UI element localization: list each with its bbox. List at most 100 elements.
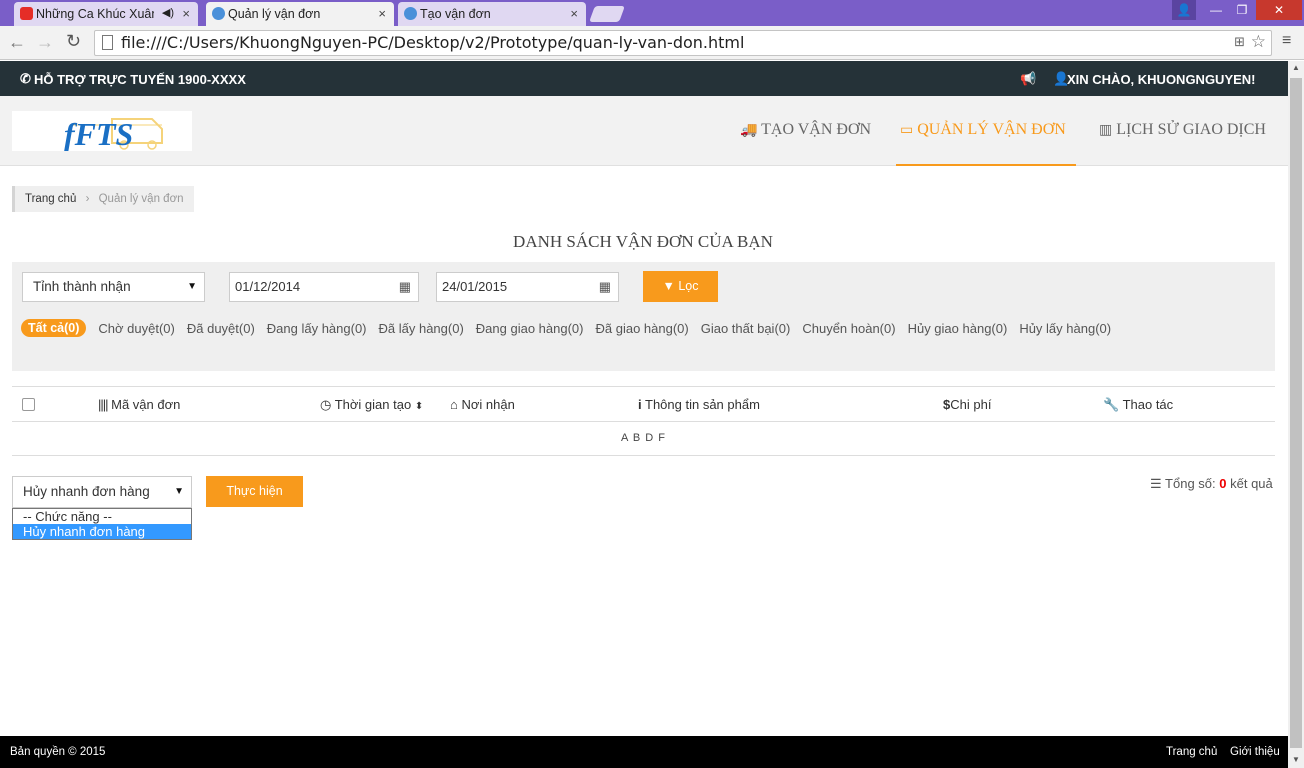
bulk-action-select[interactable]: Hủy nhanh đơn hàng ▼ [12, 476, 192, 508]
caret-down-icon: ▼ [187, 281, 197, 292]
address-bar[interactable]: file:///C:/Users/KhuongNguyen-PC/Desktop… [94, 30, 1272, 56]
nav-create[interactable]: 🚚 TẠO VẬN ĐƠN [740, 96, 871, 166]
truck-icon: 🚚 [740, 123, 758, 138]
footer-link-home[interactable]: Trang chủ [1166, 736, 1217, 768]
status-picking[interactable]: Đang lấy hàng(0) [267, 321, 367, 336]
breadcrumb-home[interactable]: Trang chủ [25, 193, 76, 205]
status-failed[interactable]: Giao thất bại(0) [701, 321, 791, 336]
column-product-label: Thông tin sản phẩm [645, 397, 760, 412]
column-destination: ⌂ Nơi nhận [450, 387, 515, 423]
window-close-icon[interactable]: ✕ [1256, 0, 1302, 20]
forward-icon[interactable]: → [36, 32, 54, 53]
dropdown-option-cancel[interactable]: Hủy nhanh đơn hàng [13, 524, 191, 539]
tab-label: Quản lý vận đơn [228, 7, 321, 21]
reload-icon[interactable]: ↻ [66, 31, 81, 52]
column-code-label: Mã vận đơn [111, 397, 181, 412]
bulk-action-value: Hủy nhanh đơn hàng [23, 484, 150, 499]
close-icon[interactable]: × [182, 6, 190, 21]
sort-icon[interactable]: ⬍ [415, 401, 423, 412]
column-action-label: Thao tác [1122, 397, 1174, 412]
status-approved[interactable]: Đã duyệt(0) [187, 321, 255, 336]
speaker-icon: ◀) [161, 7, 174, 19]
tab-youtube[interactable]: Những Ca Khúc Xuân - ◀) × [14, 2, 198, 26]
phone-icon: ✆ [20, 71, 31, 86]
status-cancel-pickup[interactable]: Hủy lấy hàng(0) [1019, 321, 1111, 336]
column-product: i Thông tin sản phẩm [638, 387, 760, 423]
column-action: 🔧 Thao tác [1103, 387, 1173, 423]
status-delivering[interactable]: Đang giao hàng(0) [476, 321, 584, 336]
total-suffix: kết quả [1230, 476, 1273, 491]
logo[interactable]: fFTS [12, 111, 192, 152]
status-pending[interactable]: Chờ duyệt(0) [98, 321, 174, 336]
translate-icon[interactable]: ⊞ [1234, 31, 1245, 55]
status-tabs: Tất cả(0) Chờ duyệt(0) Đã duyệt(0) Đang … [21, 319, 1123, 337]
date-from-input[interactable]: 01/12/2014 ▦ [229, 272, 419, 302]
breadcrumb-separator: › [85, 193, 90, 205]
calendar-icon[interactable]: ▦ [599, 273, 611, 301]
copyright: Bản quyền © 2015 [10, 746, 106, 758]
select-all-checkbox[interactable] [22, 398, 35, 411]
bar-chart-icon: ▥ [1099, 123, 1113, 138]
status-returned[interactable]: Chuyển hoàn(0) [802, 321, 895, 336]
nav-history-label: LỊCH SỬ GIAO DỊCH [1116, 121, 1266, 138]
greeting-link[interactable]: XIN CHÀO, KHUONGNGUYEN! [1067, 72, 1256, 87]
monitor-icon: ▭ [900, 123, 914, 138]
maximize-icon[interactable]: ❐ [1229, 0, 1255, 20]
bullhorn-icon[interactable]: 📢 [1020, 71, 1036, 87]
column-destination-label: Nơi nhận [461, 397, 515, 412]
tab-quan-ly[interactable]: Quản lý vận đơn × [206, 2, 394, 26]
back-icon[interactable]: ← [8, 32, 26, 53]
column-cost-label: Chi phí [950, 397, 992, 412]
date-to-input[interactable]: 24/01/2015 ▦ [436, 272, 619, 302]
filter-icon: ▼ [662, 279, 675, 293]
nav-create-label: TẠO VẬN ĐƠN [761, 121, 872, 138]
caret-down-icon: ▼ [174, 486, 184, 497]
close-icon[interactable]: × [378, 6, 386, 21]
menu-icon[interactable]: ≡ [1282, 32, 1291, 50]
footer: Bản quyền © 2015 Trang chủ Giới thiệu [0, 736, 1288, 768]
star-icon[interactable]: ☆ [1251, 30, 1266, 54]
date-from-value: 01/12/2014 [235, 279, 301, 294]
filter-panel: Tỉnh thành nhận ▼ 01/12/2014 ▦ 24/01/201… [12, 262, 1275, 371]
clock-icon: ◷ [320, 397, 332, 412]
home-icon: ⌂ [450, 397, 458, 412]
total-count: ☰ Tổng số: 0 kết quả [1150, 476, 1273, 492]
ffts-icon [212, 7, 225, 20]
user-icon[interactable]: 👤 [1172, 0, 1196, 20]
support-text: HỖ TRỢ TRỰC TUYẾN 1900-XXXX [34, 72, 246, 87]
close-icon[interactable]: × [570, 6, 578, 21]
calendar-icon[interactable]: ▦ [399, 273, 411, 301]
status-picked[interactable]: Đã lấy hàng(0) [379, 321, 464, 336]
filter-button-label: Lọc [678, 279, 699, 293]
nav-manage-label: QUẢN LÝ VẬN ĐƠN [917, 121, 1066, 138]
site-header: fFTS 🚚 TẠO VẬN ĐƠN ▭ QUẢN LÝ VẬN ĐƠN ▥ L… [0, 96, 1288, 166]
scrollbar-thumb[interactable] [1290, 78, 1302, 748]
tab-tao-van-don[interactable]: Tạo vận đơn × [398, 2, 586, 26]
status-all[interactable]: Tất cả(0) [21, 319, 87, 337]
minimize-icon[interactable]: — [1203, 0, 1229, 20]
breadcrumb-current: Quản lý vận đơn [98, 193, 184, 205]
execute-button[interactable]: Thực hiện [206, 476, 303, 507]
status-cancel-delivery[interactable]: Hủy giao hàng(0) [908, 321, 1008, 336]
tab-label: Những Ca Khúc Xuân - [36, 7, 154, 21]
browser-toolbar: ← → ↻ file:///C:/Users/KhuongNguyen-PC/D… [0, 26, 1304, 60]
browser-titlebar: Những Ca Khúc Xuân - ◀) × Quản lý vận đơ… [0, 0, 1304, 26]
dropdown-option-default[interactable]: -- Chức năng -- [13, 509, 191, 524]
nav-manage[interactable]: ▭ QUẢN LÝ VẬN ĐƠN [896, 96, 1076, 166]
total-value: 0 [1219, 476, 1227, 491]
list-icon: ☰ [1150, 476, 1162, 491]
column-time-label: Thời gian tạo [334, 397, 412, 412]
column-time[interactable]: ◷ Thời gian tạo ⬍ [320, 387, 423, 425]
ffts-icon [404, 7, 417, 20]
status-delivered[interactable]: Đã giao hàng(0) [596, 321, 689, 336]
bulk-action-dropdown: -- Chức năng -- Hủy nhanh đơn hàng [12, 508, 192, 540]
nav-history[interactable]: ▥ LỊCH SỬ GIAO DỊCH [1099, 96, 1266, 166]
province-select[interactable]: Tỉnh thành nhận ▼ [22, 272, 205, 302]
scroll-down-icon[interactable]: ▼ [1292, 755, 1300, 764]
logo-text: fFTS [64, 116, 133, 151]
page-icon [102, 35, 113, 50]
filter-button[interactable]: ▼ Lọc [643, 271, 718, 302]
new-tab-button[interactable] [589, 6, 625, 22]
scroll-up-icon[interactable]: ▲ [1292, 63, 1300, 72]
footer-link-about[interactable]: Giới thiệu [1230, 736, 1280, 768]
